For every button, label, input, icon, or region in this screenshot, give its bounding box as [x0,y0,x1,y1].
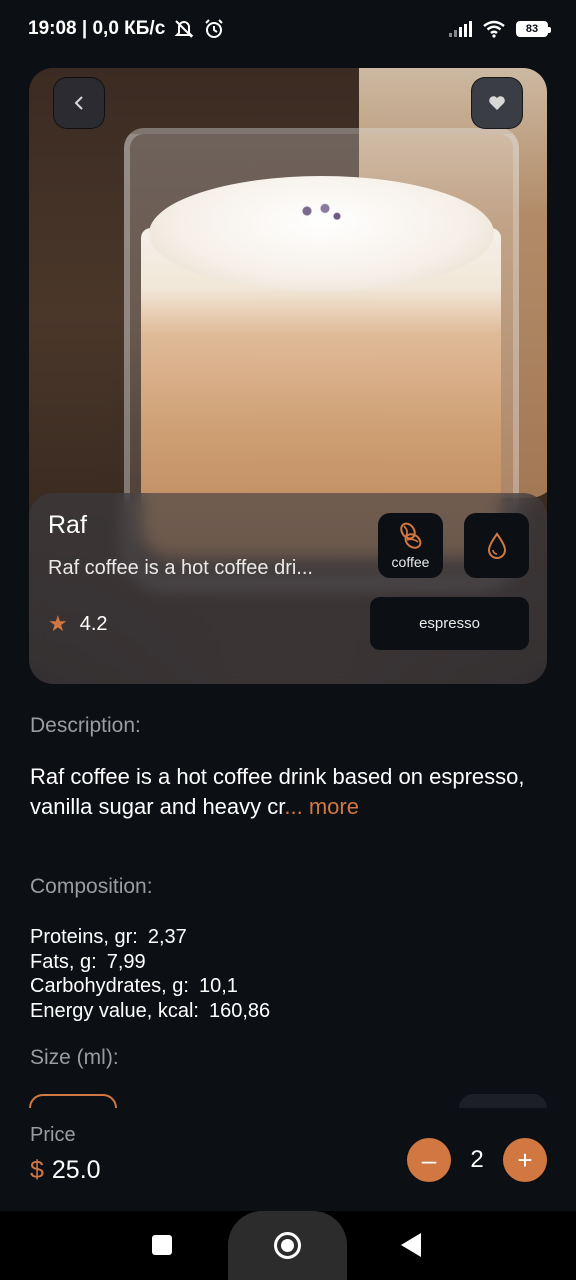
system-nav-bar [0,1211,576,1280]
recents-button[interactable] [152,1235,172,1255]
roast-badge: espresso [370,597,529,650]
price-label: Price [30,1124,76,1146]
product-rating: ★ 4.2 [48,611,108,637]
milk-foam-image [149,176,494,291]
description-title: Description: [30,714,141,737]
product-short-description: Raf coffee is a hot coffee dri... [48,557,313,579]
back-chevron-icon [74,96,83,110]
currency-symbol: $ [30,1156,44,1184]
muted-icon [174,20,194,38]
composition-row: Proteins, gr: 2,37 [30,925,270,950]
tag-coffee-label: coffee [391,553,430,570]
lavender-garnish-image [289,198,349,224]
composition-label: Proteins, gr: [30,926,138,948]
composition-value: 160,86 [208,999,271,1022]
star-icon: ★ [48,611,68,636]
heart-icon [489,96,505,110]
alarm-icon [205,19,223,38]
composition-label: Carbohydrates, g: [30,975,189,997]
size-title: Size (ml): [30,1046,119,1069]
composition-label: Energy value, kcal: [30,999,199,1022]
status-left: 19:08 | 0,0 КБ/с [28,18,225,40]
size-option[interactable] [459,1094,547,1108]
product-info-panel: Raf Raf coffee is a hot coffee dri... ★ … [29,493,547,684]
size-option-selected[interactable] [29,1094,117,1108]
system-back-button[interactable] [401,1233,421,1257]
status-bar: 19:08 | 0,0 КБ/с 83 [0,0,576,58]
composition-row: Carbohydrates, g: 10,1 [30,974,270,999]
description-more-link[interactable]: ... more [284,794,359,819]
wifi-icon [483,20,505,38]
home-icon [274,1232,301,1259]
tag-coffee: coffee [378,513,443,578]
rating-value: 4.2 [79,612,108,635]
composition-value: 10,1 [198,975,238,997]
status-time-network: 19:08 | 0,0 КБ/с [28,18,166,39]
battery-icon: 83 [516,21,551,37]
composition-label: Fats, g: [30,950,97,973]
description-body: Raf coffee is a hot coffee drink based o… [30,764,525,819]
increase-quantity-button[interactable]: + [502,1138,547,1182]
composition-row: Fats, g: 7,99 [30,950,270,975]
coffee-beans-icon [399,522,421,549]
home-button[interactable] [228,1211,347,1280]
composition-value: 2,37 [147,926,187,948]
decrease-quantity-button[interactable]: – [407,1138,451,1182]
composition-title: Composition: [30,875,153,898]
composition-row: Energy value, kcal: 160,86 [30,999,270,1024]
signal-icon [449,21,472,37]
favorite-button[interactable] [471,77,523,129]
price-value: 25.0 [51,1156,101,1184]
composition-list: Proteins, gr: 2,37 Fats, g: 7,99 Carbohydr… [30,925,270,1023]
product-hero: Raf Raf coffee is a hot coffee dri... ★ … [29,68,547,684]
size-options [29,1094,547,1108]
quantity-stepper: – 2 + [407,1138,547,1182]
tag-milk [464,513,529,578]
status-right: 83 [449,20,551,38]
milk-drop-icon [487,531,506,559]
back-button[interactable] [53,77,105,129]
description-text: Raf coffee is a hot coffee drink based o… [30,762,550,822]
composition-value: 7,99 [106,950,146,973]
quantity-value: 2 [470,1146,484,1173]
price: $ 25.0 [30,1156,101,1185]
product-name: Raf [48,511,87,539]
